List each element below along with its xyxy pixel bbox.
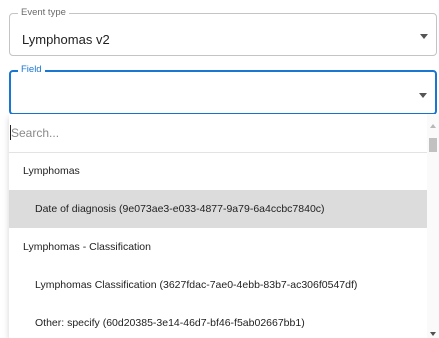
field-label: Field xyxy=(18,64,45,76)
event-type-select[interactable]: Event type Lymphomas v2 xyxy=(9,7,437,56)
group-header: Lymphomas xyxy=(23,165,80,177)
list-item[interactable]: Lymphomas Classification (3627fdac-7ae0-… xyxy=(9,266,439,304)
search-row xyxy=(9,114,427,153)
scroll-up-arrow-icon[interactable] xyxy=(430,124,436,128)
list-item[interactable]: Other: specify (60d20385-3e14-46d7-bf46-… xyxy=(9,304,439,338)
field-select[interactable]: Field xyxy=(9,64,437,115)
scrollbar-thumb[interactable] xyxy=(429,138,437,152)
scroll-down-arrow-icon[interactable] xyxy=(430,332,436,336)
event-type-value: Lymphomas v2 xyxy=(22,32,110,47)
chevron-down-icon[interactable] xyxy=(420,34,428,39)
search-input[interactable] xyxy=(11,124,411,142)
group-header: Lymphomas - Classification xyxy=(23,241,151,253)
scrollbar[interactable] xyxy=(427,114,439,338)
field-dropdown-panel: Lymphomas Date of diagnosis (9e073ae3-e03… xyxy=(9,114,439,338)
event-type-label: Event type xyxy=(18,7,69,19)
chevron-down-icon[interactable] xyxy=(419,93,427,98)
list-item[interactable]: Date of diagnosis (9e073ae3-e033-4877-9a… xyxy=(9,190,439,228)
